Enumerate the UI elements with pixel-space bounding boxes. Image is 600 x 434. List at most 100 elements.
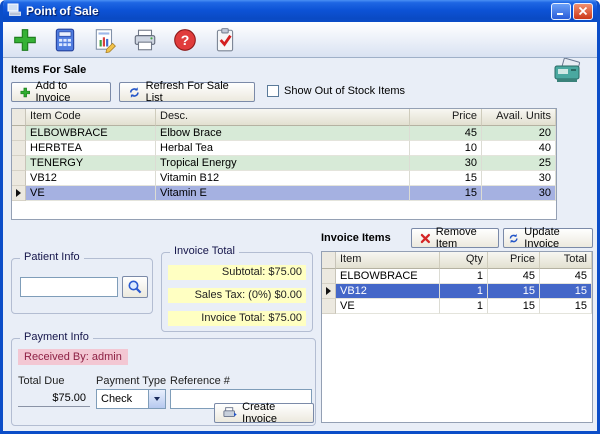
plus-icon bbox=[12, 27, 38, 53]
cell-total: 15 bbox=[540, 299, 592, 314]
cell-price: 10 bbox=[410, 141, 482, 156]
payment-info-label: Payment Info bbox=[20, 331, 93, 343]
cell-total: 45 bbox=[540, 269, 592, 284]
subtotal-line: Subtotal: $75.00 bbox=[168, 265, 306, 280]
header-gutter bbox=[12, 109, 26, 126]
clipboard-check-icon bbox=[212, 27, 238, 53]
cell-item: VB12 bbox=[336, 284, 440, 299]
payment-type-combobox[interactable]: Check bbox=[96, 389, 166, 409]
column-header-total[interactable]: Total bbox=[540, 252, 592, 269]
titlebar[interactable]: Point of Sale bbox=[3, 0, 597, 22]
add-to-invoice-button[interactable]: Add to Invoice bbox=[11, 82, 111, 102]
app-icon bbox=[7, 3, 22, 20]
payment-type-label: Payment Type bbox=[96, 375, 166, 387]
total-due-label: Total Due bbox=[18, 375, 64, 387]
column-header-item-code[interactable]: Item Code bbox=[26, 109, 156, 126]
cell-avail-units: 25 bbox=[482, 156, 556, 171]
toolbar-add-button[interactable] bbox=[9, 25, 41, 55]
invoice-printer-icon bbox=[223, 406, 237, 420]
add-to-invoice-label: Add to Invoice bbox=[36, 80, 103, 104]
table-row-selected[interactable]: VE Vitamin E 15 30 bbox=[12, 186, 556, 201]
cell-price: 15 bbox=[488, 284, 540, 299]
toolbar-calculator-button[interactable] bbox=[49, 25, 81, 55]
items-for-sale-title: Items For Sale bbox=[11, 64, 86, 76]
cell-item-code: HERBTEA bbox=[26, 141, 156, 156]
cell-item-code: VB12 bbox=[26, 171, 156, 186]
reference-label: Reference # bbox=[170, 375, 230, 387]
magnifier-icon bbox=[127, 279, 143, 295]
column-header-price[interactable]: Price bbox=[410, 109, 482, 126]
window-title: Point of Sale bbox=[26, 4, 99, 18]
current-row-arrow-icon bbox=[16, 189, 21, 197]
column-header-desc[interactable]: Desc. bbox=[156, 109, 410, 126]
cell-desc: Herbal Tea bbox=[156, 141, 410, 156]
update-invoice-button[interactable]: Update Invoice bbox=[503, 228, 593, 248]
column-header-item[interactable]: Item bbox=[336, 252, 440, 269]
toolbar: ? bbox=[3, 22, 597, 58]
table-row[interactable]: TENERGY Tropical Energy 30 25 bbox=[12, 156, 556, 171]
cell-qty: 1 bbox=[440, 269, 488, 284]
toolbar-print-button[interactable] bbox=[129, 25, 161, 55]
payment-type-value: Check bbox=[97, 393, 148, 405]
invoice-total-line: Invoice Total: $75.00 bbox=[168, 311, 306, 326]
svg-text:?: ? bbox=[181, 31, 190, 47]
printer-icon bbox=[132, 27, 158, 53]
column-header-price[interactable]: Price bbox=[488, 252, 540, 269]
cell-avail-units: 30 bbox=[482, 186, 556, 201]
cell-item: ELBOWBRACE bbox=[336, 269, 440, 284]
column-header-qty[interactable]: Qty bbox=[440, 252, 488, 269]
toolbar-help-button[interactable]: ? bbox=[169, 25, 201, 55]
row-selector bbox=[12, 186, 26, 201]
close-button[interactable] bbox=[573, 3, 593, 20]
toolbar-reports-button[interactable] bbox=[89, 25, 121, 55]
minimize-icon bbox=[556, 6, 566, 16]
chevron-down-icon bbox=[154, 397, 160, 401]
plus-icon bbox=[20, 87, 31, 98]
cell-total: 15 bbox=[540, 284, 592, 299]
cell-avail-units: 30 bbox=[482, 171, 556, 186]
payment-info-groupbox: Payment Info Received By: admin Total Du… bbox=[11, 338, 316, 426]
table-row[interactable]: HERBTEA Herbal Tea 10 40 bbox=[12, 141, 556, 156]
combo-dropdown-button[interactable] bbox=[148, 390, 165, 408]
invoice-total-label: Invoice Total bbox=[170, 245, 239, 257]
report-edit-icon bbox=[92, 27, 118, 53]
table-row[interactable]: VB12 Vitamin B12 15 30 bbox=[12, 171, 556, 186]
cell-price: 30 bbox=[410, 156, 482, 171]
patient-search-input[interactable] bbox=[20, 277, 118, 297]
column-header-avail-units[interactable]: Avail. Units bbox=[482, 109, 556, 126]
remove-item-button[interactable]: Remove Item bbox=[411, 228, 499, 248]
help-icon: ? bbox=[172, 27, 198, 53]
show-out-of-stock-checkbox[interactable] bbox=[267, 85, 279, 97]
cell-qty: 1 bbox=[440, 299, 488, 314]
row-selector bbox=[322, 269, 336, 284]
close-icon bbox=[578, 6, 588, 16]
cell-desc: Vitamin E bbox=[156, 186, 410, 201]
refresh-icon bbox=[508, 232, 519, 245]
header-gutter bbox=[322, 252, 336, 269]
total-due-value: $75.00 bbox=[18, 389, 90, 407]
row-selector bbox=[12, 141, 26, 156]
pos-window: Point of Sale bbox=[0, 0, 600, 434]
show-out-of-stock-label: Show Out of Stock Items bbox=[284, 85, 405, 97]
items-table-header: Item Code Desc. Price Avail. Units bbox=[12, 109, 556, 126]
row-selector bbox=[12, 171, 26, 186]
minimize-button[interactable] bbox=[551, 3, 571, 20]
cell-qty: 1 bbox=[440, 284, 488, 299]
table-row-selected[interactable]: VB12 1 15 15 bbox=[322, 284, 592, 299]
create-invoice-label: Create Invoice bbox=[242, 401, 305, 425]
cell-desc: Vitamin B12 bbox=[156, 171, 410, 186]
remove-item-label: Remove Item bbox=[436, 226, 490, 250]
cell-item-code: TENERGY bbox=[26, 156, 156, 171]
invoice-items-title: Invoice Items bbox=[321, 232, 391, 244]
create-invoice-button[interactable]: Create Invoice bbox=[214, 403, 314, 423]
table-row[interactable]: ELBOWBRACE Elbow Brace 45 20 bbox=[12, 126, 556, 141]
patient-search-button[interactable] bbox=[122, 276, 148, 298]
cell-item-code: ELBOWBRACE bbox=[26, 126, 156, 141]
cell-avail-units: 40 bbox=[482, 141, 556, 156]
refresh-for-sale-list-button[interactable]: Refresh For Sale List bbox=[119, 82, 255, 102]
table-row[interactable]: ELBOWBRACE 1 45 45 bbox=[322, 269, 592, 284]
table-row[interactable]: VE 1 15 15 bbox=[322, 299, 592, 314]
cell-price: 15 bbox=[488, 299, 540, 314]
row-selector bbox=[12, 156, 26, 171]
toolbar-tasks-button[interactable] bbox=[209, 25, 241, 55]
